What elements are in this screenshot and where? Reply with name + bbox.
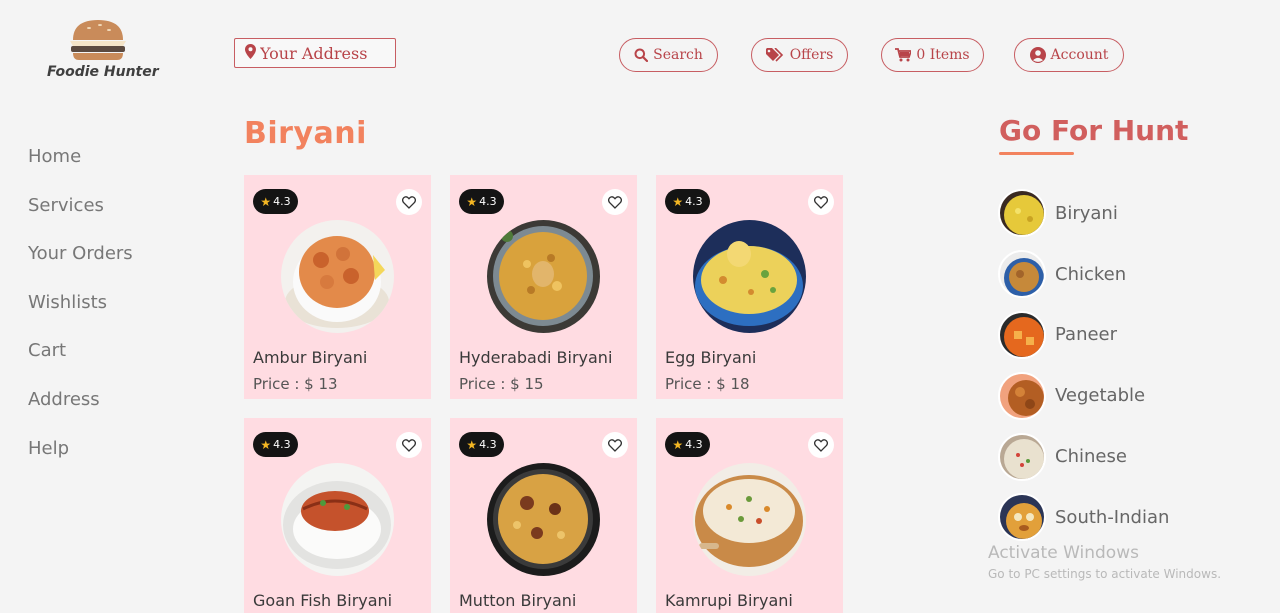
category-thumbnail bbox=[998, 432, 1046, 481]
sidebar-item-cart[interactable]: Cart bbox=[28, 338, 133, 387]
rating-badge: ★ 4.3 bbox=[665, 432, 710, 457]
dish-card[interactable]: ★ 4.3 Ambur Biryani Price : $ 13 bbox=[244, 175, 431, 399]
dish-name: Hyderabadi Biryani bbox=[459, 348, 613, 367]
offers-button-label: Offers bbox=[789, 47, 834, 63]
category-label: Vegetable bbox=[1055, 385, 1146, 407]
dish-card[interactable]: ★ 4.3 Hyderabadi Biryani Price : $ 15 bbox=[450, 175, 637, 399]
dish-card[interactable]: ★ 4.3 Kamrupi Biryani bbox=[656, 418, 843, 613]
wishlist-heart-icon[interactable] bbox=[602, 432, 628, 458]
category-item-chinese[interactable]: Chinese bbox=[998, 426, 1169, 487]
dish-image bbox=[281, 463, 394, 576]
rating-value: 4.3 bbox=[685, 438, 703, 451]
category-thumbnail bbox=[998, 493, 1046, 542]
rating-badge: ★ 4.3 bbox=[459, 189, 504, 214]
category-label: Chinese bbox=[1055, 446, 1127, 468]
dish-card[interactable]: ★ 4.3 Goan Fish Biryani bbox=[244, 418, 431, 613]
category-label: Chicken bbox=[1055, 263, 1127, 285]
star-icon: ★ bbox=[466, 194, 478, 209]
account-button[interactable]: Account bbox=[1014, 38, 1124, 72]
category-label: Paneer bbox=[1055, 324, 1118, 346]
dish-card[interactable]: ★ 4.3 Egg Biryani Price : $ 18 bbox=[656, 175, 843, 399]
logo[interactable]: Foodie Hunter bbox=[42, 18, 159, 84]
address-input[interactable] bbox=[260, 43, 390, 63]
category-label: Biryani bbox=[1055, 202, 1118, 224]
dish-image bbox=[487, 220, 600, 333]
category-item-biryani[interactable]: Biryani bbox=[998, 183, 1169, 244]
sidebar-item-services[interactable]: Services bbox=[28, 193, 133, 242]
dish-name: Mutton Biryani bbox=[459, 591, 577, 610]
dish-name: Ambur Biryani bbox=[253, 348, 368, 367]
search-icon bbox=[634, 48, 649, 62]
sidebar-item-help[interactable]: Help bbox=[28, 436, 133, 485]
map-pin-icon bbox=[245, 43, 256, 63]
search-button[interactable]: Search bbox=[619, 38, 718, 72]
account-button-label: Account bbox=[1050, 47, 1109, 63]
activate-windows-title: Activate Windows bbox=[988, 543, 1139, 563]
tags-icon bbox=[765, 48, 785, 62]
rating-value: 4.3 bbox=[273, 438, 291, 451]
brand-name: Foodie Hunter bbox=[47, 64, 159, 80]
rating-value: 4.3 bbox=[273, 195, 291, 208]
rating-badge: ★ 4.3 bbox=[253, 189, 298, 214]
address-field[interactable] bbox=[234, 38, 396, 68]
wishlist-heart-icon[interactable] bbox=[808, 189, 834, 215]
rating-value: 4.3 bbox=[479, 438, 497, 451]
wishlist-heart-icon[interactable] bbox=[396, 432, 422, 458]
offers-button[interactable]: Offers bbox=[751, 38, 848, 72]
dish-name: Kamrupi Biryani bbox=[665, 591, 793, 610]
rating-badge: ★ 4.3 bbox=[665, 189, 710, 214]
star-icon: ★ bbox=[466, 437, 478, 452]
category-list: Biryani Chicken Paneer Vegetable Chinese… bbox=[998, 183, 1169, 548]
category-thumbnail bbox=[998, 310, 1046, 359]
dish-name: Egg Biryani bbox=[665, 348, 757, 367]
wishlist-heart-icon[interactable] bbox=[602, 189, 628, 215]
category-thumbnail bbox=[998, 371, 1046, 420]
wishlist-heart-icon[interactable] bbox=[808, 432, 834, 458]
category-item-south-indian[interactable]: South-Indian bbox=[998, 487, 1169, 548]
sidebar-nav: Home Services Your Orders Wishlists Cart… bbox=[28, 144, 133, 484]
sidebar-item-your-orders[interactable]: Your Orders bbox=[28, 241, 133, 290]
dish-image bbox=[487, 463, 600, 576]
cart-icon bbox=[895, 48, 912, 62]
rating-value: 4.3 bbox=[479, 195, 497, 208]
rating-value: 4.3 bbox=[685, 195, 703, 208]
category-thumbnail bbox=[998, 250, 1046, 299]
dish-price: Price : $ 18 bbox=[665, 375, 750, 393]
cart-count-label: 0 Items bbox=[916, 47, 970, 63]
sidebar-item-home[interactable]: Home bbox=[28, 144, 133, 193]
rating-badge: ★ 4.3 bbox=[459, 432, 504, 457]
hunt-title-underline bbox=[999, 152, 1074, 155]
section-title: Biryani bbox=[244, 116, 367, 151]
category-item-chicken[interactable]: Chicken bbox=[998, 244, 1169, 305]
search-button-label: Search bbox=[653, 47, 703, 63]
star-icon: ★ bbox=[260, 194, 272, 209]
category-item-vegetable[interactable]: Vegetable bbox=[998, 365, 1169, 426]
rating-badge: ★ 4.3 bbox=[253, 432, 298, 457]
dish-price: Price : $ 15 bbox=[459, 375, 544, 393]
sidebar-item-address[interactable]: Address bbox=[28, 387, 133, 436]
dish-card[interactable]: ★ 4.3 Mutton Biryani bbox=[450, 418, 637, 613]
dish-price: Price : $ 13 bbox=[253, 375, 338, 393]
sidebar-item-wishlists[interactable]: Wishlists bbox=[28, 290, 133, 339]
star-icon: ★ bbox=[672, 194, 684, 209]
burger-icon bbox=[70, 20, 126, 60]
dish-image bbox=[281, 220, 394, 333]
dish-image bbox=[693, 463, 806, 576]
star-icon: ★ bbox=[672, 437, 684, 452]
dish-name: Goan Fish Biryani bbox=[253, 591, 393, 610]
dish-image bbox=[693, 220, 806, 333]
star-icon: ★ bbox=[260, 437, 272, 452]
cart-button[interactable]: 0 Items bbox=[881, 38, 984, 72]
user-circle-icon bbox=[1029, 47, 1046, 63]
category-item-paneer[interactable]: Paneer bbox=[998, 305, 1169, 366]
category-label: South-Indian bbox=[1055, 506, 1170, 528]
activate-windows-subtitle: Go to PC settings to activate Windows. bbox=[988, 567, 1222, 581]
category-thumbnail bbox=[998, 189, 1046, 238]
hunt-title: Go For Hunt bbox=[999, 114, 1189, 147]
wishlist-heart-icon[interactable] bbox=[396, 189, 422, 215]
